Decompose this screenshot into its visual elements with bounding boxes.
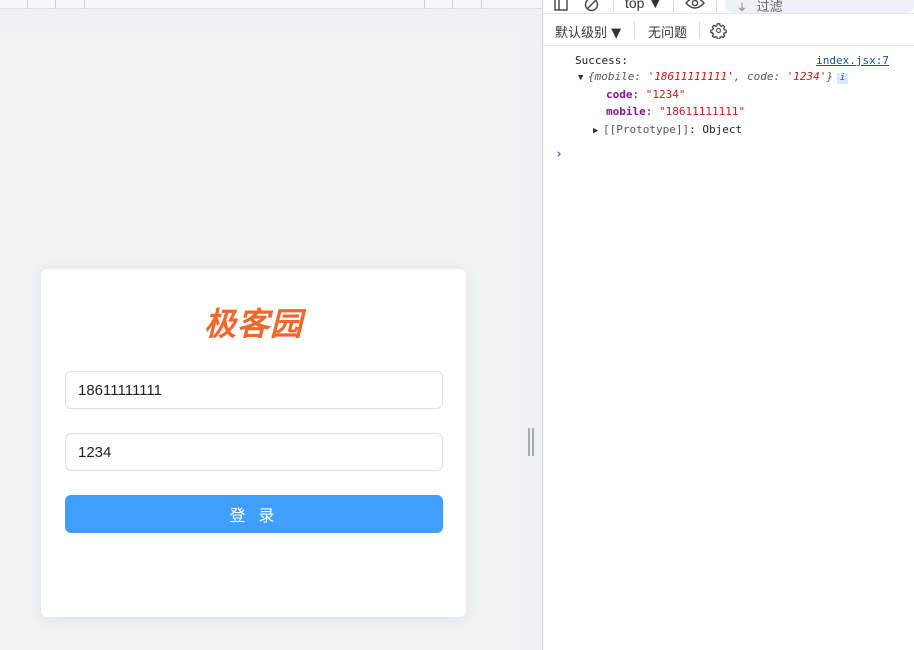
source-link[interactable]: index.jsx:7 xyxy=(816,54,889,67)
brand-logo: 极客园 xyxy=(203,305,303,343)
collapsed-triangle-icon[interactable]: ▶ xyxy=(593,126,603,136)
ruler-divider xyxy=(424,0,425,9)
filter-placeholder: 过滤 xyxy=(756,0,783,14)
property-key: mobile xyxy=(606,105,646,118)
object-preview-prefix: {mobile: xyxy=(588,70,648,83)
console-prompt-icon[interactable]: › xyxy=(555,147,563,162)
issues-counter[interactable]: 无问题 xyxy=(648,22,687,41)
toolbar-divider xyxy=(634,22,635,39)
login-button[interactable]: 登 录 xyxy=(65,495,443,533)
devtools-panel: top ▼ ⏚ 过滤 默认级别 ▼ 无问题 Success: index.jsx… xyxy=(542,0,914,650)
property-key: code xyxy=(606,88,633,101)
toolbar-divider xyxy=(716,0,717,12)
console-filter-bar: 默认级别 ▼ 无问题 xyxy=(543,15,914,46)
prototype-label: [[Prototype]] xyxy=(603,123,690,136)
ruler-divider xyxy=(27,0,28,9)
log-message: Success: xyxy=(575,54,628,67)
toolbar-divider xyxy=(673,0,674,12)
ruler-divider xyxy=(84,0,85,9)
object-preview-mid: , code: xyxy=(733,70,787,83)
ruler-divider xyxy=(452,0,453,9)
page-viewport: 极客园 登 录 xyxy=(0,0,542,650)
ruler-strip xyxy=(0,0,542,9)
object-preview-suffix: } xyxy=(826,70,834,83)
log-level-dropdown[interactable]: 默认级别 ▼ xyxy=(555,22,621,41)
property-value: "18611111111" xyxy=(659,105,746,118)
live-expression-eye-icon[interactable] xyxy=(684,0,706,11)
info-icon[interactable]: i xyxy=(837,73,849,84)
filter-input[interactable]: ⏚ 过滤 xyxy=(725,0,914,14)
object-preview-mobile: '18611111111' xyxy=(647,70,734,83)
toolbar-divider xyxy=(613,0,614,12)
property-value: "1234" xyxy=(645,88,686,101)
toolbar-divider xyxy=(699,22,700,39)
context-selector[interactable]: top ▼ xyxy=(625,0,662,11)
object-property-row: mobile: "18611111111" xyxy=(606,105,746,118)
code-input[interactable] xyxy=(65,433,443,471)
object-preview-row[interactable]: ▼ {mobile: '18611111111', code: '1234'} i xyxy=(578,70,849,84)
ruler-divider xyxy=(481,0,482,9)
console-toolbar: top ▼ ⏚ 过滤 xyxy=(543,0,914,14)
console-settings-gear-icon[interactable] xyxy=(709,21,727,39)
prototype-row[interactable]: ▶ [[Prototype]]: Object xyxy=(593,123,742,136)
panel-resize-handle[interactable] xyxy=(528,428,534,456)
filter-icon: ⏚ xyxy=(737,3,747,14)
prototype-value: Object xyxy=(702,123,743,136)
object-preview-code: '1234' xyxy=(786,70,827,83)
login-card: 极客园 登 录 xyxy=(41,269,466,617)
sidebar-toggle-icon[interactable] xyxy=(553,0,569,12)
ruler-divider xyxy=(55,0,56,9)
clear-console-icon[interactable] xyxy=(583,0,599,12)
mobile-input[interactable] xyxy=(65,371,443,409)
object-property-row: code: "1234" xyxy=(606,88,686,101)
expanded-triangle-icon[interactable]: ▼ xyxy=(578,73,588,83)
